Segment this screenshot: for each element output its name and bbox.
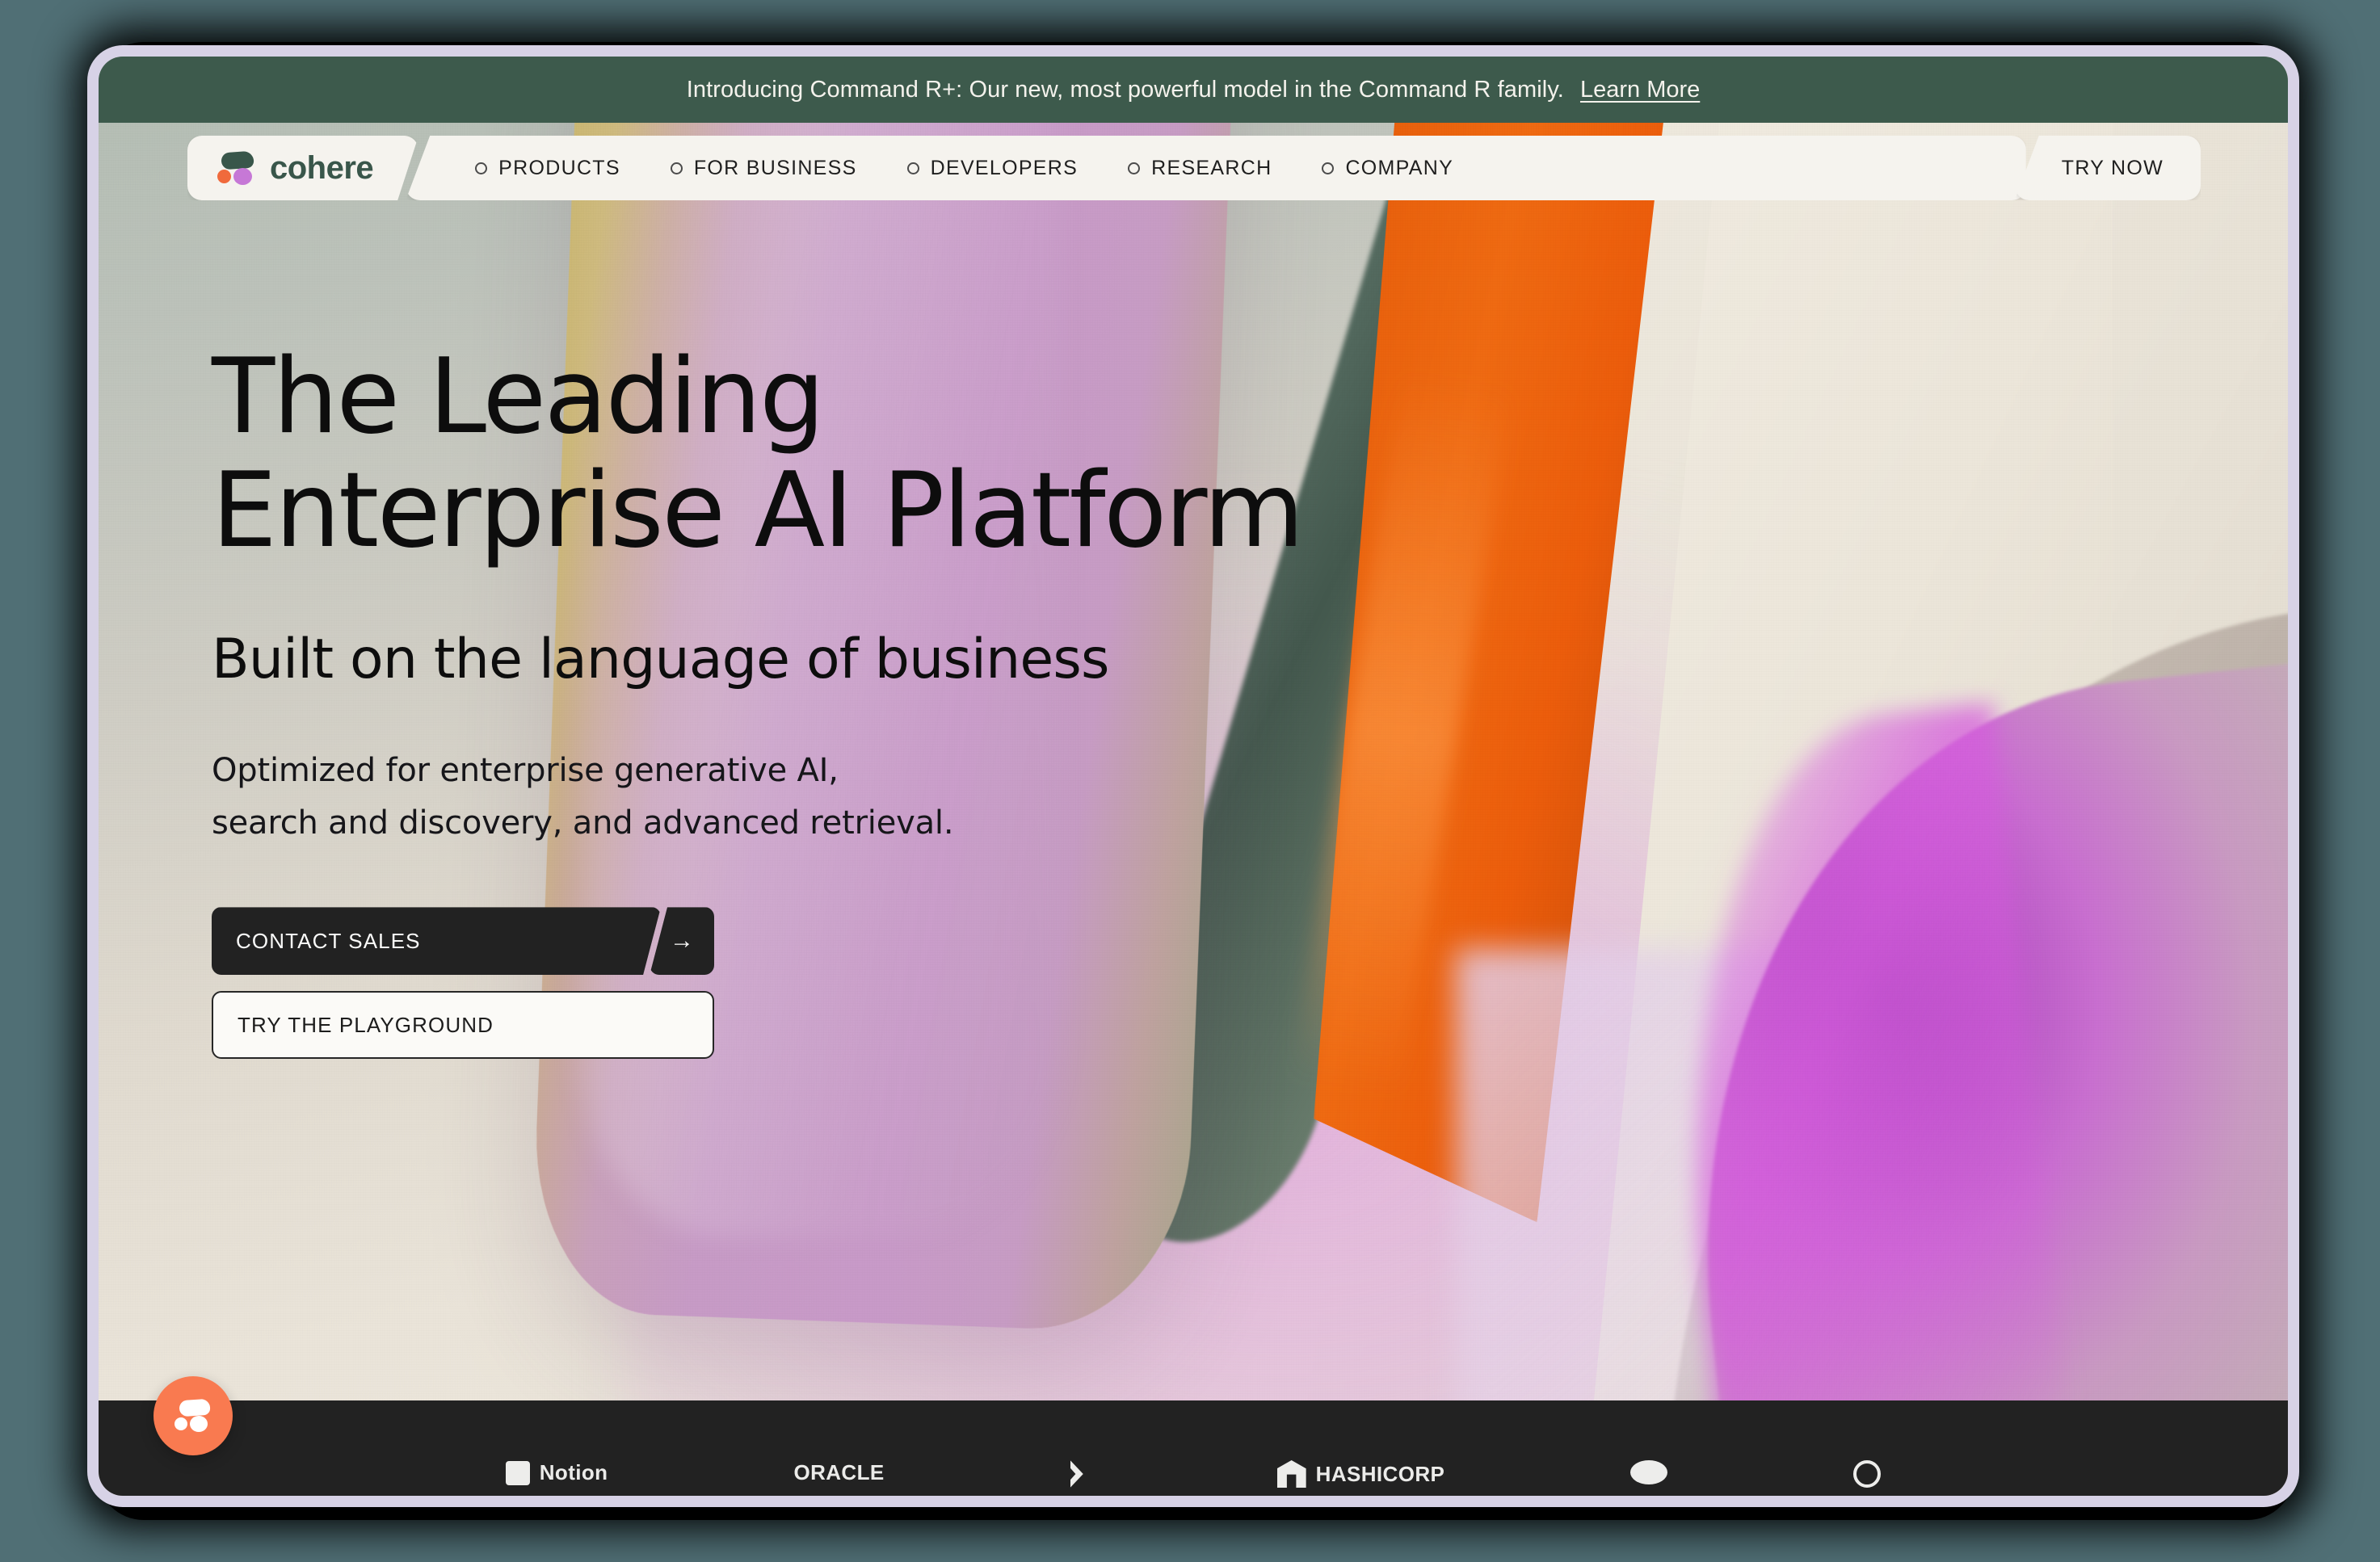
hero-heading-line-1: The Leading: [212, 337, 825, 457]
try-now-button[interactable]: TRY NOW: [2014, 136, 2201, 200]
partner-logo-salesforce[interactable]: [1630, 1460, 1668, 1484]
nav-item-for-business[interactable]: FOR BUSINESS: [670, 156, 857, 180]
mckinsey-logo-icon: [1853, 1460, 1882, 1488]
nav-item-research[interactable]: RESEARCH: [1128, 157, 1272, 180]
partner-logos-band: Notion ORACLE HASHICORP: [99, 1400, 2288, 1496]
partner-logo-notion[interactable]: Notion: [505, 1460, 608, 1485]
page-title: The Leading Enterprise AI Platform: [212, 340, 1634, 571]
announcement-learn-more-link[interactable]: Learn More: [1580, 77, 1700, 103]
try-the-playground-button[interactable]: TRY THE PLAYGROUND: [212, 991, 714, 1060]
cohere-wordmark: cohere: [270, 149, 374, 186]
cohere-logo-icon: [217, 150, 255, 186]
nav-item-products[interactable]: PRODUCTS: [475, 157, 620, 180]
hero-section: The Leading Enterprise AI Platform Built…: [212, 340, 1634, 1060]
nav-item-developers[interactable]: DEVELOPERS: [906, 156, 1079, 180]
partner-logo-label: Notion: [539, 1460, 608, 1484]
partner-logo-label: ORACLE: [793, 1460, 885, 1484]
main-navigation: cohere PRODUCTS FOR BUSINESS DEVELOPERS: [99, 123, 2288, 213]
contact-sales-button[interactable]: CONTACT SALES: [212, 907, 661, 975]
chat-widget-button[interactable]: [153, 1376, 233, 1455]
circle-icon: [670, 162, 683, 174]
partner-logo-chevron[interactable]: [1070, 1460, 1091, 1488]
partner-logo-oracle[interactable]: ORACLE: [793, 1460, 884, 1485]
circle-icon: [906, 162, 919, 174]
cohere-logo-link[interactable]: cohere: [187, 136, 418, 200]
hero-heading-line-2: Enterprise AI Platform: [212, 450, 1304, 571]
browser-device-frame: Introducing Command R+: Our new, most po…: [87, 45, 2299, 1507]
circle-icon: [1128, 162, 1141, 174]
hero-cta-group: CONTACT SALES → TRY THE PLAYGROUND: [212, 907, 1634, 1060]
nav-item-label: FOR BUSINESS: [693, 156, 857, 179]
hero-description-line-2: search and discovery, and advanced retri…: [212, 804, 954, 842]
arrow-right-icon[interactable]: →: [650, 907, 714, 976]
nav-item-label: RESEARCH: [1151, 156, 1272, 179]
hero-description: Optimized for enterprise generative AI, …: [212, 745, 1634, 850]
nav-links-container: PRODUCTS FOR BUSINESS DEVELOPERS RESEARC…: [406, 136, 2026, 200]
hero-description-line-1: Optimized for enterprise generative AI,: [212, 751, 839, 789]
chevron-logo-icon: [1070, 1460, 1083, 1488]
hero-subheading: Built on the language of business: [212, 627, 1109, 691]
partner-logo-hashicorp[interactable]: HASHICORP: [1276, 1460, 1445, 1488]
hashicorp-logo-icon: [1276, 1460, 1306, 1488]
announcement-text: Introducing Command R+: Our new, most po…: [686, 76, 1564, 103]
notion-logo-icon: [505, 1460, 530, 1485]
circle-icon: [475, 162, 488, 174]
partner-logo-mckinsey[interactable]: [1853, 1460, 1882, 1488]
nav-item-label: DEVELOPERS: [930, 156, 1079, 179]
cohere-chat-icon: [175, 1398, 212, 1433]
partner-logo-label: HASHICORP: [1315, 1461, 1445, 1486]
nav-item-company[interactable]: COMPANY: [1322, 157, 1453, 180]
nav-item-label: COMPANY: [1345, 156, 1454, 179]
contact-sales-row: CONTACT SALES →: [212, 907, 714, 976]
browser-viewport: Introducing Command R+: Our new, most po…: [99, 57, 2288, 1496]
circle-icon: [1322, 162, 1335, 174]
salesforce-logo-icon: [1630, 1460, 1668, 1484]
announcement-banner: Introducing Command R+: Our new, most po…: [99, 57, 2288, 123]
nav-item-label: PRODUCTS: [498, 156, 620, 179]
